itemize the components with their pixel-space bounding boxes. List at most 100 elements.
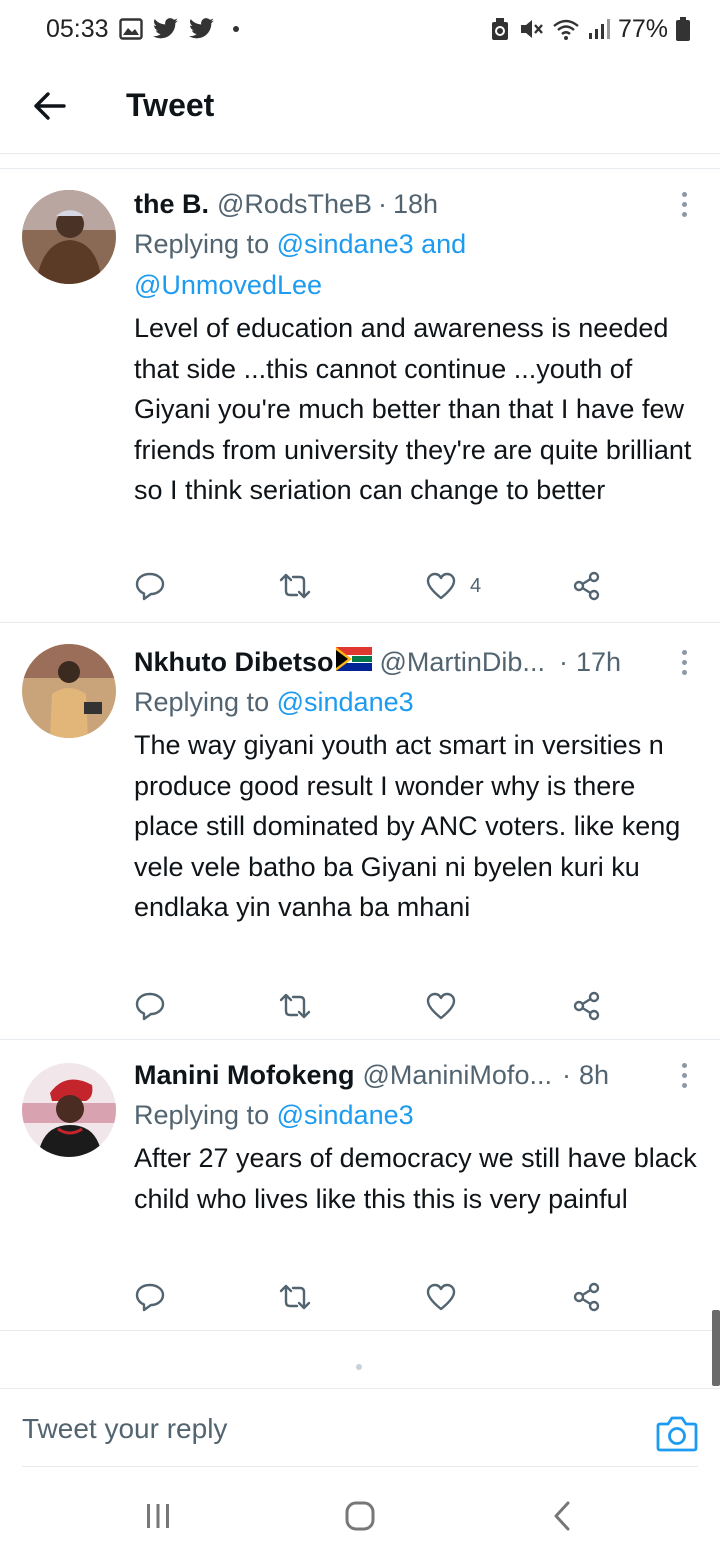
heart-icon	[426, 572, 456, 600]
tweet-text: After 27 years of democracy we still hav…	[134, 1143, 697, 1214]
tweet-body: the B. @RodsTheB · 18h Replying to @sind…	[134, 184, 698, 511]
share-icon	[573, 991, 600, 1021]
gallery-icon	[118, 18, 143, 40]
retweet-button[interactable]	[278, 1283, 312, 1311]
header: Tweet	[0, 58, 720, 154]
tweet[interactable]: Nkhuto Dibetso @MartinDib... · 17h Reply…	[0, 624, 720, 1040]
replying-to: Replying to @sindane3	[134, 682, 698, 723]
more-options-button[interactable]	[674, 642, 694, 682]
scrollbar-thumb[interactable]	[712, 1310, 720, 1386]
reply-button[interactable]	[134, 991, 166, 1021]
avatar[interactable]	[22, 190, 116, 284]
page-title: Tweet	[126, 87, 215, 123]
replying-prefix: Replying to	[134, 687, 270, 717]
share-icon	[573, 571, 600, 601]
tweet-body: Nkhuto Dibetso @MartinDib... · 17h Reply…	[134, 642, 698, 928]
back-button[interactable]	[20, 76, 80, 136]
twitter-icon	[188, 18, 215, 40]
tweet[interactable]: the B. @RodsTheB · 18h Replying to @sind…	[0, 170, 720, 623]
tweet-body: Manini Mofokeng @ManiniMofo... · 8h Repl…	[134, 1055, 698, 1219]
system-nav-bar	[0, 1470, 720, 1560]
mention-link[interactable]: @UnmovedLee	[134, 270, 322, 300]
reply-icon	[135, 992, 165, 1021]
recent-apps-icon	[147, 1504, 169, 1528]
reply-icon	[135, 1283, 165, 1312]
heart-icon	[426, 992, 456, 1020]
mention-link[interactable]: @sindane3 and	[277, 229, 467, 259]
share-button[interactable]	[572, 1282, 602, 1312]
avatar[interactable]	[22, 1063, 116, 1157]
twitter-icon	[152, 18, 179, 40]
tweet-text: The way giyani youth act smart in versit…	[134, 730, 681, 923]
more-options-button[interactable]	[674, 184, 694, 224]
notification-dot-icon	[232, 26, 239, 32]
retweet-button[interactable]	[278, 992, 312, 1020]
author-handle[interactable]: @RodsTheB	[217, 184, 372, 224]
mention-link[interactable]: @sindane3	[277, 1100, 414, 1130]
reply-button[interactable]	[134, 571, 166, 601]
south-africa-flag-icon	[335, 642, 372, 682]
author-handle[interactable]: @ManiniMofo...	[362, 1055, 551, 1095]
tweet-time[interactable]: 18h	[393, 184, 438, 224]
tweet-time[interactable]: 8h	[579, 1055, 609, 1095]
loading-dot	[356, 1364, 362, 1370]
separator: ·	[561, 1060, 571, 1090]
recent-apps-button[interactable]	[128, 1492, 188, 1540]
system-back-button[interactable]	[532, 1492, 592, 1540]
replying-to-cont: @UnmovedLee	[134, 265, 698, 306]
reply-button[interactable]	[134, 1282, 166, 1312]
tweet-time[interactable]: 17h	[576, 642, 621, 682]
retweet-icon	[279, 1284, 311, 1310]
replying-to: Replying to @sindane3	[134, 1095, 698, 1136]
tweet[interactable]: Manini Mofokeng @ManiniMofo... · 8h Repl…	[0, 1041, 720, 1331]
more-options-button[interactable]	[674, 1055, 694, 1095]
share-button[interactable]	[572, 571, 602, 601]
tweet-header: Nkhuto Dibetso @MartinDib... · 17h	[134, 642, 698, 682]
tweet-header: the B. @RodsTheB · 18h	[134, 184, 698, 224]
signal-icon	[588, 17, 610, 41]
heart-icon	[426, 1283, 456, 1311]
status-right: 77%	[490, 15, 690, 44]
replying-prefix: Replying to	[134, 229, 270, 259]
tweet-header: Manini Mofokeng @ManiniMofo... · 8h	[134, 1055, 698, 1095]
home-button[interactable]	[330, 1492, 390, 1540]
status-left: 05:33	[46, 15, 239, 44]
tweet-text: Level of education and awareness is need…	[134, 313, 692, 506]
author-handle[interactable]: @MartinDib...	[380, 642, 545, 682]
home-icon	[345, 1501, 375, 1531]
tweet-actions	[134, 986, 614, 1026]
mention-link[interactable]: @sindane3	[277, 687, 414, 717]
replying-to: Replying to @sindane3 and	[134, 224, 698, 265]
chevron-left-icon	[554, 1501, 570, 1531]
retweet-icon	[279, 993, 311, 1019]
back-arrow-icon	[34, 91, 66, 120]
tweet-actions	[134, 1277, 614, 1317]
author-name[interactable]: the B.	[134, 184, 209, 224]
like-button[interactable]	[426, 992, 470, 1020]
like-count: 4	[470, 574, 482, 597]
reply-icon	[135, 572, 165, 601]
retweet-button[interactable]	[278, 572, 312, 600]
separator: ·	[378, 189, 387, 219]
status-bar: 05:33 77%	[0, 0, 720, 58]
reply-bar	[0, 1388, 720, 1469]
share-button[interactable]	[572, 991, 602, 1021]
battery-percent: 77%	[617, 14, 668, 43]
camera-button[interactable]	[656, 1413, 698, 1453]
battery-icon	[676, 17, 690, 41]
reply-input[interactable]	[22, 1389, 622, 1469]
retweet-icon	[279, 573, 311, 599]
divider	[0, 155, 720, 169]
tweet-actions: 4	[134, 566, 614, 606]
camera-icon	[656, 1416, 698, 1452]
avatar[interactable]	[22, 644, 116, 738]
share-icon	[573, 1282, 600, 1312]
mute-icon	[518, 17, 544, 41]
separator: ·	[558, 647, 568, 677]
author-name[interactable]: Manini Mofokeng	[134, 1055, 354, 1095]
divider	[22, 1466, 698, 1467]
like-button[interactable]	[426, 1283, 470, 1311]
status-time: 05:33	[46, 14, 109, 43]
like-button[interactable]: 4	[426, 572, 481, 600]
author-name[interactable]: Nkhuto Dibetso	[134, 642, 334, 682]
